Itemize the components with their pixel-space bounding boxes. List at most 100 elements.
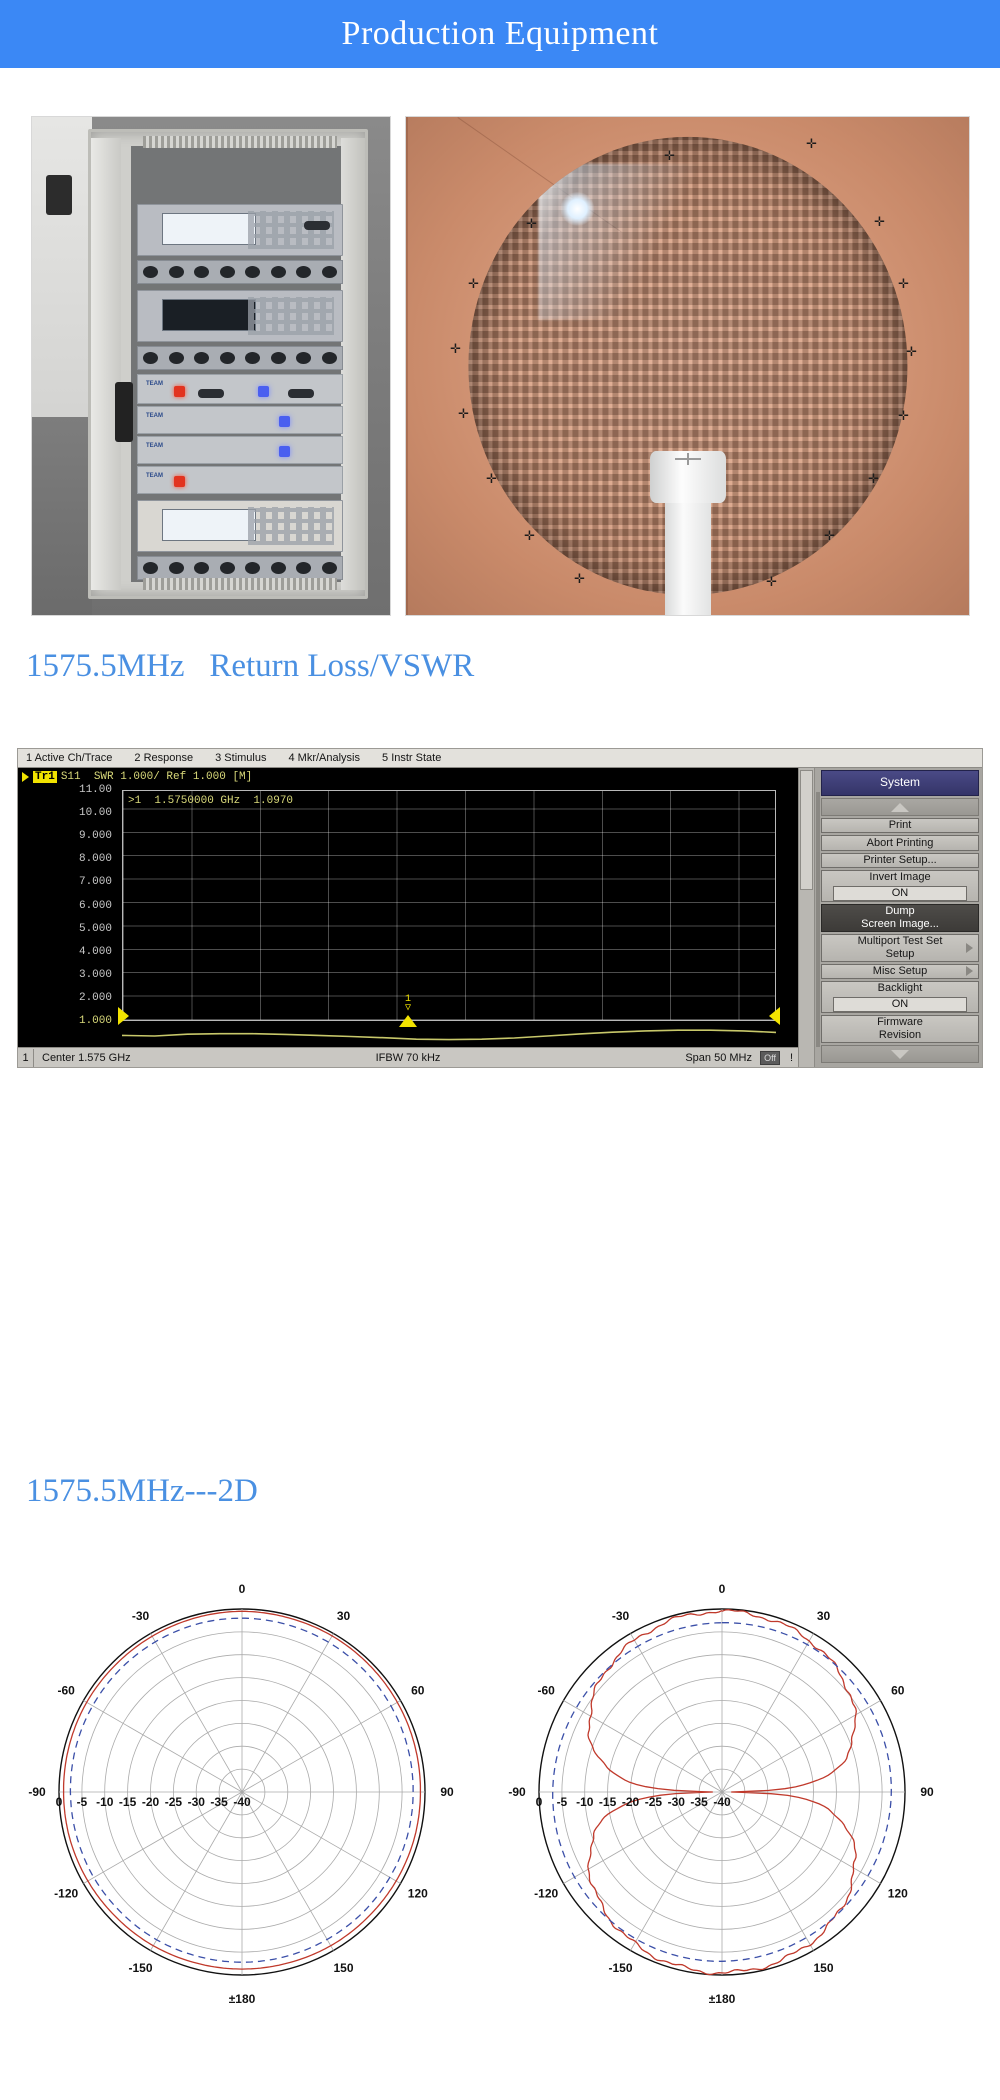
- polar-angle-label: -30: [132, 1609, 150, 1623]
- softkey-label: Printer Setup...: [863, 853, 937, 866]
- mount-cross-icon: ✛: [898, 276, 909, 291]
- power-amplifier-unit: TEAM: [137, 406, 343, 434]
- softkey-scroll-down-button[interactable]: [821, 1045, 979, 1064]
- softkey-panel: System Print Abort Printing Printer Setu…: [814, 768, 982, 1067]
- vna-menu-bar[interactable]: 1 Active Ch/Trace 2 Response 3 Stimulus …: [18, 749, 982, 768]
- polar-radial-label: -40: [713, 1795, 731, 1809]
- polar-radial-label: -20: [622, 1795, 640, 1809]
- vna-body: Tr1 S11 SWR 1.000/ Ref 1.000 [M] 11.00 1…: [18, 768, 982, 1067]
- light-beam: [538, 164, 741, 321]
- mount-cross-icon: ✛: [824, 528, 835, 543]
- polar-angle-label: 60: [411, 1684, 425, 1698]
- polar-angle-label: 90: [920, 1785, 934, 1799]
- wall-panel: [32, 117, 92, 447]
- cable-connector: [304, 221, 330, 230]
- stop-freq-pointer-icon: [769, 1007, 780, 1025]
- softkey-printer-setup[interactable]: Printer Setup...: [821, 852, 979, 868]
- signal-generator: [137, 204, 343, 256]
- menu-item-mkr-analysis[interactable]: 4 Mkr/Analysis: [288, 752, 360, 764]
- mount-cross-icon: ✛: [574, 571, 585, 586]
- polar-angle-label: ±180: [709, 1992, 736, 2006]
- telemetry-unit: TEAM: [137, 436, 343, 464]
- chevron-right-icon: [966, 966, 973, 977]
- unit-brand-label: TEAM: [146, 381, 163, 387]
- anechoic-chamber-photo: ✛ ✛ ✛ ✛ ✛ ✛ ✛ ✛ ✛ ✛ ✛ ✛ ✛ ✛ ✛ ✛: [405, 116, 970, 616]
- active-trace-pointer-icon: [22, 772, 29, 782]
- softkey-misc-setup[interactable]: Misc Setup: [821, 963, 979, 980]
- rf-switch: [288, 389, 314, 398]
- polar-chart-left: 0 30 60 90 120 150 ±180 -150 -120 -90 -60 -30 0 -5 -10…: [28, 1582, 454, 2006]
- polar-angle-label: 0: [239, 1582, 246, 1596]
- instrument-screen: [162, 299, 257, 331]
- softkey-dump-screen-image[interactable]: Dump Screen Image...: [821, 903, 979, 932]
- menu-item-stimulus[interactable]: 3 Stimulus: [215, 752, 266, 764]
- trace-format-label: S11 SWR 1.000/ Ref 1.000 [M]: [60, 771, 253, 783]
- polar-radial-label: -5: [557, 1795, 568, 1809]
- scrollbar-thumb[interactable]: [800, 770, 813, 890]
- polar-radial-label: -35: [210, 1795, 228, 1809]
- wall-seam: [406, 117, 408, 615]
- polar-plot-left: 0 30 60 90 120 150 ±180 -150 -120 -90 -60 -30 0 -5 -10…: [10, 1540, 480, 2070]
- mount-cross-icon: ✛: [450, 341, 461, 356]
- polar-radial-label: 0: [56, 1795, 63, 1809]
- trace-number-badge[interactable]: Tr1: [33, 771, 57, 783]
- polar-radial-label: -5: [77, 1795, 88, 1809]
- y-tick-label: 1.000: [78, 1015, 112, 1027]
- softkey-value[interactable]: ON: [832, 997, 968, 1012]
- status-center-frequency[interactable]: Center 1.575 GHz: [42, 1052, 131, 1064]
- polar-angle-label: 30: [817, 1609, 831, 1623]
- vna-screenshot: 1 Active Ch/Trace 2 Response 3 Stimulus …: [17, 748, 983, 1068]
- vna-graph-area[interactable]: Tr1 S11 SWR 1.000/ Ref 1.000 [M] 11.00 1…: [18, 768, 798, 1047]
- softkey-menu-title: System: [821, 770, 979, 796]
- rack-vent-bottom: [143, 578, 337, 590]
- status-correction-badge[interactable]: Off: [760, 1050, 780, 1065]
- wall-panel-lower: [32, 417, 92, 615]
- softkey-firmware-revision[interactable]: Firmware Revision: [821, 1015, 979, 1044]
- polar-plot-row: 0 30 60 90 120 150 ±180 -150 -120 -90 -60 -30 0 -5 -10…: [0, 1540, 1000, 2080]
- softkey-label: Print: [888, 819, 912, 832]
- softkey-label: Misc Setup: [872, 965, 928, 978]
- instrument-keypad: [248, 507, 334, 545]
- rack-patch-panel-1: [137, 260, 343, 284]
- softkey-multiport-test-set-setup[interactable]: Multiport Test Set Setup: [821, 933, 979, 962]
- marker-1-pointer-icon[interactable]: [399, 1015, 417, 1027]
- menu-item-active-ch-trace[interactable]: 1 Active Ch/Trace: [26, 752, 112, 764]
- trace-label-row[interactable]: Tr1 S11 SWR 1.000/ Ref 1.000 [M]: [22, 771, 252, 783]
- polar-radial-label: -15: [599, 1795, 617, 1809]
- softkey-print[interactable]: Print: [821, 818, 979, 834]
- softkey-abort-printing[interactable]: Abort Printing: [821, 835, 979, 851]
- polar-angle-label: 30: [337, 1609, 351, 1623]
- status-ifbw[interactable]: IFBW 70 kHz: [376, 1052, 441, 1064]
- menu-item-response[interactable]: 2 Response: [134, 752, 193, 764]
- unit-brand-label: TEAM: [146, 473, 163, 479]
- polar-radial-label: -35: [690, 1795, 708, 1809]
- rack-vent-top: [143, 136, 337, 148]
- unit-brand-label: TEAM: [146, 443, 163, 449]
- menu-item-instr-state[interactable]: 5 Instr State: [382, 752, 441, 764]
- polar-angle-label: -60: [58, 1684, 76, 1698]
- mount-cross-icon: ✛: [806, 136, 817, 151]
- photo-gallery: TEAM TEAM TEAM TEAM ✛ ✛ ✛ ✛ ✛ ✛ ✛ ✛ ✛ ✛ …: [0, 80, 1000, 630]
- status-span[interactable]: Span 50 MHz: [685, 1052, 752, 1064]
- softkey-value[interactable]: ON: [832, 885, 968, 901]
- y-tick-label: 9.000: [78, 830, 112, 843]
- y-tick-label: 6.000: [78, 899, 112, 912]
- antenna-under-test-icon: [674, 453, 701, 465]
- mount-cross-icon: ✛: [468, 276, 479, 291]
- mount-cross-icon: ✛: [486, 471, 497, 486]
- softkey-invert-image[interactable]: Invert Image ON: [821, 869, 979, 902]
- polar-radial-label: -20: [142, 1795, 160, 1809]
- polar-angle-label: 60: [891, 1684, 905, 1698]
- marker-1-caret[interactable]: 1 ▽: [405, 995, 411, 1014]
- instrument-screen: [162, 213, 257, 245]
- polar-chart-right: 0 30 60 90 120 150 ±180 -150 -120 -90 -60 -30 0 -5 -10…: [508, 1582, 934, 2006]
- y-tick-label: 4.000: [78, 945, 112, 958]
- vna-status-bar: 1 Center 1.575 GHz IFBW 70 kHz Span 50 M…: [18, 1047, 798, 1067]
- vna-vertical-scrollbar[interactable]: [798, 768, 814, 1067]
- polar-angle-label: ±180: [229, 1992, 256, 2006]
- polar-angle-label: -30: [612, 1609, 630, 1623]
- softkey-rail: [816, 792, 820, 1047]
- softkey-scroll-up-button[interactable]: [821, 798, 979, 816]
- status-led-blue: [279, 416, 290, 427]
- softkey-backlight[interactable]: Backlight ON: [821, 981, 979, 1014]
